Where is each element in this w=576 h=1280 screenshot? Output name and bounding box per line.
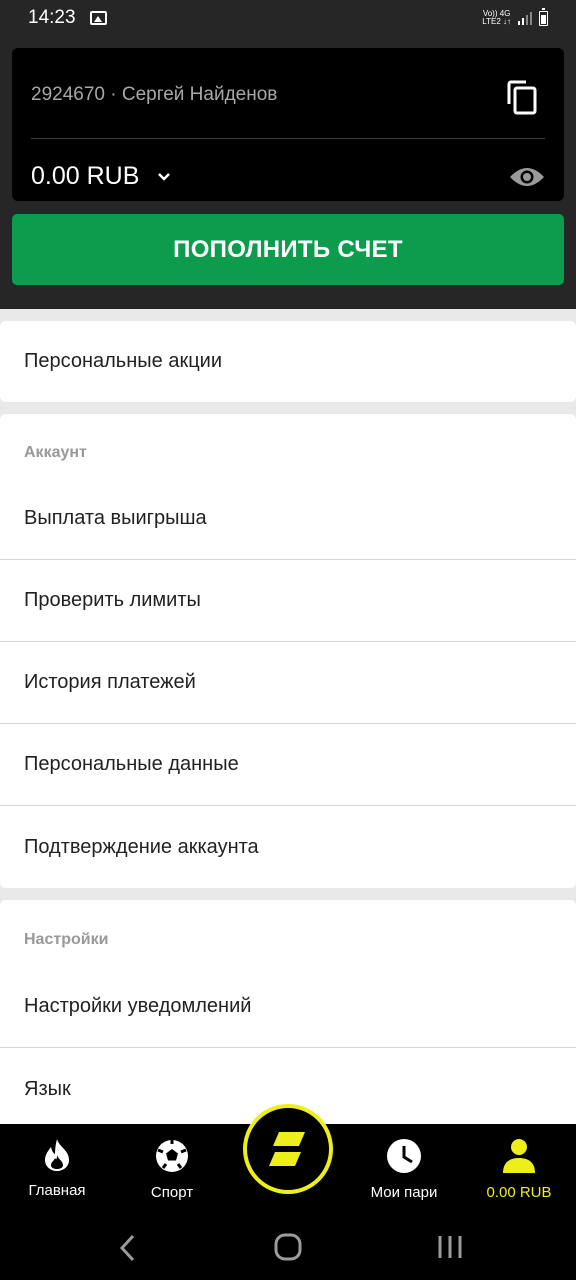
- status-bar: 14:23 Vo)) 4G LTE2 ↓↑: [0, 0, 576, 36]
- menu-item-payment-history[interactable]: История платежей: [0, 642, 576, 724]
- account-card: 2924670 · Сергей Найденов 0.00 RUB: [12, 48, 564, 201]
- nav-my-bets-label: Мои пари: [370, 1184, 438, 1201]
- account-menu-card: Аккаунт Выплата выигрыша Проверить лимит…: [0, 414, 576, 888]
- menu-item-withdrawal[interactable]: Выплата выигрыша: [0, 478, 576, 560]
- eye-icon[interactable]: [509, 165, 545, 189]
- deposit-button[interactable]: ПОПОЛНИТЬ СЧЕТ: [12, 214, 564, 285]
- flame-icon: [45, 1139, 69, 1171]
- user-icon: [503, 1139, 535, 1173]
- system-navigation-bar: [0, 1216, 576, 1280]
- settings-menu-card: Настройки Настройки уведомлений Язык: [0, 900, 576, 1130]
- balance-value: 0.00 RUB: [31, 162, 140, 190]
- status-time: 14:23: [28, 7, 76, 28]
- recent-apps-icon[interactable]: [437, 1233, 463, 1261]
- nav-sport-label: Спорт: [150, 1184, 194, 1201]
- brand-logo-icon: [269, 1132, 305, 1166]
- account-header: 2924670 · Сергей Найденов 0.00 RUB ПОПОЛ…: [0, 36, 576, 309]
- nav-home-label: Главная: [28, 1182, 86, 1199]
- account-id-name: 2924670 · Сергей Найденов: [31, 84, 278, 105]
- gallery-notification-icon: [89, 11, 107, 25]
- clock-icon: [387, 1139, 421, 1173]
- menu-item-personal-data[interactable]: Персональные данные: [0, 724, 576, 806]
- nav-profile-balance[interactable]: 0.00 RUB: [472, 1124, 566, 1216]
- section-header-account: Аккаунт: [24, 444, 87, 461]
- center-logo-button[interactable]: [243, 1104, 333, 1194]
- menu-item-personal-promos[interactable]: Персональные акции: [0, 321, 576, 402]
- chevron-down-icon: [158, 172, 171, 181]
- menu-item-limits[interactable]: Проверить лимиты: [0, 560, 576, 642]
- nav-my-bets[interactable]: Мои пари: [358, 1124, 450, 1216]
- copy-icon[interactable]: [506, 80, 538, 116]
- signal-icon: [518, 11, 532, 25]
- section-header-settings: Настройки: [24, 931, 109, 948]
- battery-icon: [539, 7, 548, 26]
- menu-item-notification-settings[interactable]: Настройки уведомлений: [0, 966, 576, 1048]
- promos-card: Персональные акции: [0, 321, 576, 402]
- home-icon[interactable]: [274, 1232, 302, 1262]
- card-divider: [31, 138, 545, 139]
- soccer-ball-icon: [156, 1140, 188, 1172]
- status-indicators: Vo)) 4G LTE2 ↓↑: [482, 7, 548, 26]
- nav-balance-label: 0.00 RUB: [486, 1184, 552, 1201]
- back-icon[interactable]: [118, 1234, 136, 1262]
- balance-selector[interactable]: 0.00 RUB: [31, 162, 171, 191]
- network-indicator: Vo)) 4G LTE2 ↓↑: [482, 9, 511, 26]
- menu-item-account-verification[interactable]: Подтверждение аккаунта: [0, 806, 576, 888]
- nav-sport[interactable]: Спорт: [127, 1124, 217, 1216]
- nav-home[interactable]: Главная: [12, 1124, 102, 1216]
